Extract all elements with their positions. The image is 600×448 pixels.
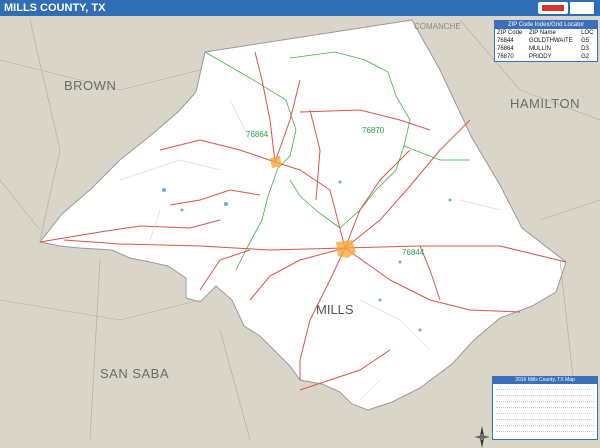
table-row: 76870 PRIDDY G2 (495, 53, 597, 61)
mullin-town (270, 156, 282, 168)
publisher-logo (538, 0, 594, 16)
compass-rose-icon (474, 426, 490, 448)
zip-table-title: ZIP Code Index/Grid Locator (495, 21, 597, 29)
map-title: MILLS COUNTY, TX (4, 2, 106, 14)
map-legend: 2016 Mills County, TX Map (492, 376, 598, 440)
county-label-brown: BROWN (64, 78, 117, 93)
logo-mark-icon (538, 2, 568, 14)
table-cell: PRIDDY (528, 54, 552, 60)
table-cell: GOLDTHWAITE (528, 38, 573, 44)
legend-title: 2016 Mills County, TX Map (493, 377, 597, 384)
logo-tag-icon (570, 2, 594, 14)
table-header-cell: ZIP Code (497, 30, 523, 36)
table-cell: 76864 (497, 46, 514, 52)
table-row: 76864 MULLIN D3 (495, 45, 597, 53)
table-header-cell: LOC (581, 30, 594, 36)
zip-label: 76870 (362, 126, 385, 135)
table-cell: 76844 (497, 38, 514, 44)
county-label-hamilton: HAMILTON (510, 96, 580, 111)
table-row: 76844 GOLDTHWAITE G5 (495, 37, 597, 45)
zip-code-table: ZIP Code Index/Grid Locator ZIP Code ZIP… (494, 20, 598, 62)
legend-row (496, 426, 594, 432)
zip-table-grid: ZIP Code ZIP Name LOC 76844 GOLDTHWAITE … (495, 29, 597, 61)
table-cell: MULLIN (528, 46, 551, 52)
county-label-san-saba: SAN SABA (100, 366, 170, 381)
table-cell: G5 (581, 38, 590, 44)
table-cell: D3 (581, 46, 589, 52)
zip-label: 76844 (402, 248, 425, 257)
table-header-cell: ZIP Name (528, 30, 556, 36)
county-label-comanche: COMANCHE (414, 22, 461, 31)
zip-label: 76864 (246, 130, 269, 139)
county-label-mills: MILLS (316, 302, 354, 317)
table-cell: 76870 (497, 54, 514, 60)
table-cell: G2 (581, 54, 590, 60)
table-header-row: ZIP Code ZIP Name LOC (495, 29, 597, 37)
title-bar: MILLS COUNTY, TX (0, 0, 600, 16)
